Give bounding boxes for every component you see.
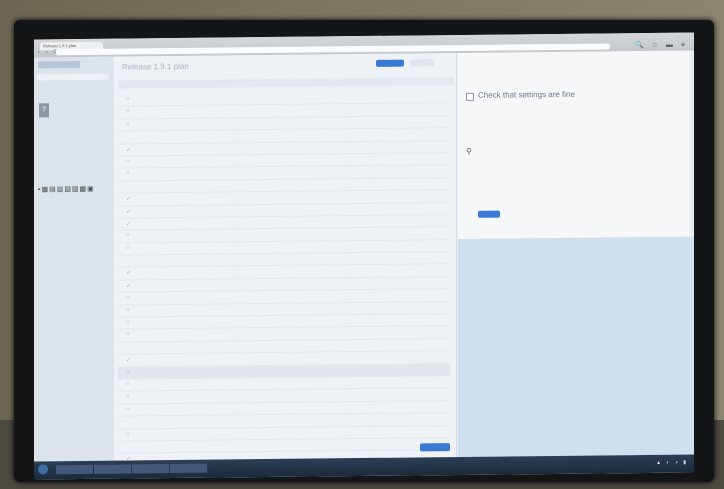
task-checkbox[interactable]: ○ (126, 245, 130, 251)
taskbar-item[interactable] (94, 464, 131, 474)
sidebar-search-input[interactable] (37, 73, 109, 81)
task-checkbox[interactable]: ○ (126, 109, 130, 115)
task-checkbox[interactable]: ○ (126, 394, 130, 400)
task-checkbox[interactable]: ✓ (126, 270, 131, 277)
taskbar-item[interactable] (56, 464, 93, 475)
comment-button[interactable] (478, 210, 500, 218)
task-detail-panel: Check that settings are fine ⚲ (458, 50, 690, 240)
task-rows: ○○○✓○○✓✓✓○○✓✓○○○○✓○○○○○✓ (118, 91, 450, 467)
task-checkbox[interactable]: ✓ (126, 220, 131, 227)
task-checkbox[interactable]: ✓ (126, 196, 131, 203)
list-toolbar[interactable] (118, 77, 454, 89)
task-list-panel: Release 1.9.1 plan ○ ○ ○ ✓ ○ ○ ✓ ✓ ✓ ○ ○ ✓ ✓ ○ ○ ○ ○ ✓ ○ ○ ○… (114, 53, 457, 467)
pin-icon: ⚲ (466, 146, 472, 156)
start-button[interactable] (38, 464, 48, 475)
task-checkbox[interactable]: ○ (126, 171, 130, 177)
sidebar: ? ▪▦▤▥▧▨▩▣ (34, 56, 114, 462)
task-title[interactable]: Check that settings are fine (478, 90, 575, 100)
more-button[interactable] (410, 59, 434, 67)
follow-button[interactable] (376, 59, 404, 67)
task-checkbox[interactable]: ✓ (126, 357, 131, 364)
avatar[interactable]: ? (39, 103, 49, 118)
task-checkbox[interactable]: ○ (126, 307, 130, 313)
system-tray[interactable]: ▲ ◐ ◑ ▮ (656, 460, 688, 466)
task-checkbox[interactable]: ○ (126, 233, 130, 239)
task-checkbox[interactable]: ○ (126, 381, 130, 387)
task-checkbox[interactable]: ○ (126, 96, 130, 102)
taskbar-item[interactable] (170, 463, 207, 474)
task-checkbox[interactable]: ○ (126, 295, 130, 301)
task-checkbox[interactable]: ○ (126, 121, 130, 127)
task-checkbox[interactable]: ✓ (126, 208, 131, 215)
task-checkbox[interactable]: ○ (126, 158, 130, 164)
footer-action-button[interactable] (420, 443, 450, 452)
workspace-icons[interactable]: ▪▦▤▥▧▨▩▣ (38, 185, 95, 194)
empty-area (458, 236, 694, 458)
app-logo[interactable] (38, 60, 80, 69)
monitor-screen: Release 1.9.1 plan ‹ › ⟳ 🔍 ☆ ▬ ≡ ? ▪▦▤▥▧… (34, 32, 694, 480)
detail-toolbar[interactable] (464, 55, 684, 63)
taskbar-item[interactable] (132, 464, 169, 474)
task-checkbox[interactable]: ○ (126, 431, 130, 437)
browser-toolbar-icons[interactable]: 🔍 ☆ ▬ ≡ (635, 41, 688, 50)
task-checkbox[interactable]: ✓ (126, 146, 131, 153)
task-complete-checkbox[interactable] (466, 92, 474, 101)
page-title: Release 1.9.1 plan (122, 61, 189, 72)
task-checkbox[interactable]: ○ (126, 332, 130, 338)
task-checkbox[interactable]: ○ (126, 406, 130, 412)
task-checkbox[interactable]: ✓ (126, 282, 131, 289)
task-checkbox[interactable]: ○ (126, 369, 130, 375)
task-checkbox[interactable]: ○ (126, 319, 130, 325)
